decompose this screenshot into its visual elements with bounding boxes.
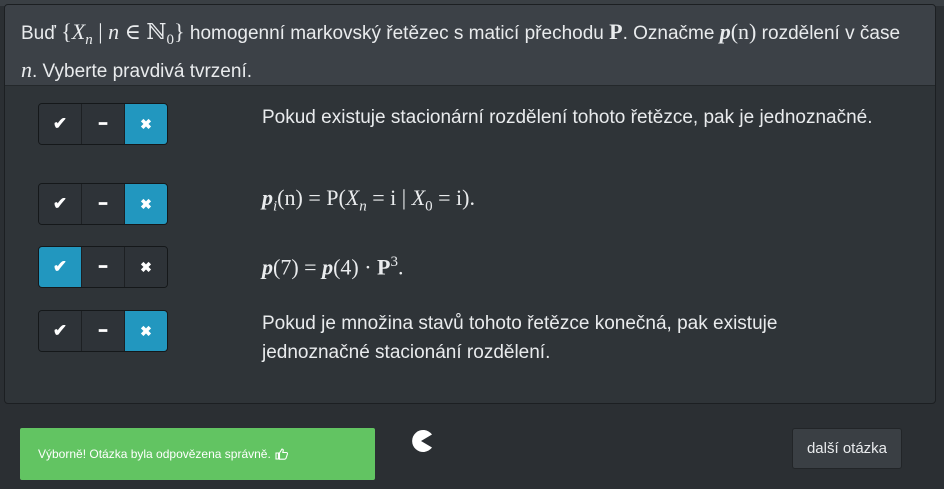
math-sub: 0	[425, 198, 433, 215]
math-expr: (n) = P(	[277, 185, 346, 210]
question-card: Buď {Xn | n ∈ ℕ0} homogenní markovský ře…	[4, 4, 936, 404]
math-var: n	[21, 56, 32, 82]
cross-icon: ✖	[140, 115, 152, 132]
cross-icon: ✖	[140, 258, 152, 275]
check-icon: ✔	[52, 194, 68, 213]
math-expr: = i |	[366, 185, 412, 210]
success-alert: Výborně! Otázka byla odpovězena správně.	[20, 428, 375, 480]
statement-2: pi(n) = P(Xn = i | X0 = i).	[262, 183, 882, 221]
math-expr: (7) =	[273, 254, 323, 280]
neutral-button[interactable]: ━	[82, 184, 125, 224]
math-sub: n	[359, 198, 367, 215]
question-part: Buď	[21, 23, 62, 44]
math-vector: p	[262, 254, 273, 280]
question-part: rozdělení v čase	[756, 23, 901, 44]
math-arg: (n)	[730, 19, 757, 44]
neutral-button[interactable]: ━	[82, 311, 125, 351]
math-var: X	[71, 19, 86, 44]
math-sub: 0	[166, 31, 175, 48]
feedback-text: Výborně! Otázka byla odpovězena správně.	[38, 447, 271, 461]
math-matrix: P	[609, 19, 623, 44]
math-var: X	[345, 185, 360, 210]
minus-icon: ━	[99, 259, 107, 274]
math-matrix: P	[377, 254, 391, 280]
check-icon: ✔	[52, 321, 68, 340]
next-question-button[interactable]: další otázka	[792, 428, 902, 469]
statement-3: p(7) = p(4) · P3.	[262, 248, 882, 281]
answer-group-3: ✔ ━ ✖	[38, 246, 168, 288]
math-in: ∈	[119, 19, 147, 44]
check-icon: ✔	[52, 257, 68, 276]
math-naturals: ℕ	[146, 19, 167, 44]
neutral-button[interactable]: ━	[82, 104, 125, 144]
question-part: . Označme	[622, 23, 720, 44]
math-sub: n	[85, 31, 93, 48]
true-button[interactable]: ✔	[39, 184, 82, 224]
math-vector: p	[322, 254, 334, 280]
thumbs-up-icon	[275, 448, 288, 460]
pacman-icon	[412, 430, 432, 452]
minus-icon: ━	[99, 116, 107, 131]
math-expr: .	[398, 254, 404, 280]
minus-icon: ━	[99, 323, 107, 338]
false-button[interactable]: ✖	[125, 311, 167, 351]
true-button[interactable]: ✔	[39, 104, 82, 144]
false-button[interactable]: ✖	[125, 104, 167, 144]
question-text: Buď {Xn | n ∈ ℕ0} homogenní markovský ře…	[5, 5, 935, 86]
math-bar: |	[92, 19, 109, 44]
math-exponent: 3	[390, 254, 399, 270]
math-var: n	[108, 19, 120, 44]
minus-icon: ━	[99, 196, 107, 211]
neutral-button[interactable]: ━	[82, 247, 125, 287]
math-brace: }	[174, 19, 185, 44]
math-var: X	[411, 185, 426, 210]
true-button[interactable]: ✔	[39, 247, 82, 287]
statement-4: Pokud je množina stavů tohoto řetězce ko…	[262, 313, 778, 363]
answer-group-1: ✔ ━ ✖	[38, 103, 168, 145]
question-part: . Vyberte pravdivá tvrzení.	[32, 60, 253, 82]
false-button[interactable]: ✖	[125, 184, 167, 224]
math-brace: {	[61, 19, 72, 44]
answer-group-2: ✔ ━ ✖	[38, 183, 168, 225]
math-expr: (4) ·	[333, 254, 378, 280]
statement-1: Pokud existuje stacionární rozdělení toh…	[262, 107, 873, 128]
math-vector: p	[262, 185, 273, 210]
math-expr: = i).	[432, 185, 475, 210]
check-icon: ✔	[52, 114, 68, 133]
answer-group-4: ✔ ━ ✖	[38, 310, 168, 352]
math-vector: p	[719, 19, 731, 44]
cross-icon: ✖	[140, 195, 152, 212]
question-part: homogenní markovský řetězec s maticí pře…	[184, 23, 610, 44]
false-button[interactable]: ✖	[125, 247, 167, 287]
true-button[interactable]: ✔	[39, 311, 82, 351]
cross-icon: ✖	[140, 322, 152, 339]
